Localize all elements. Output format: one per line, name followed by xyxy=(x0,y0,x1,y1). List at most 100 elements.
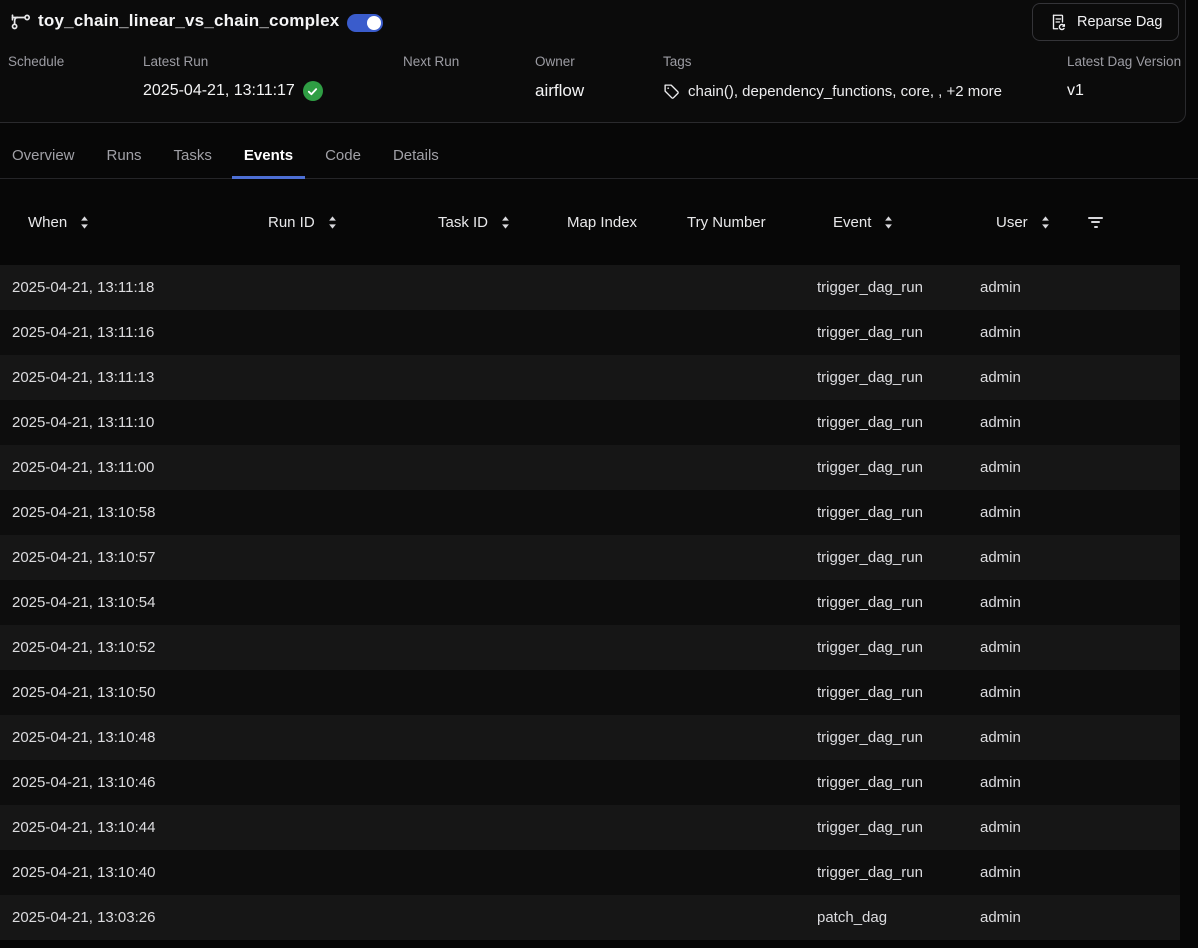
tab-events[interactable]: Events xyxy=(232,133,305,179)
cell-when: 2025-04-21, 13:10:54 xyxy=(0,594,240,611)
table-row: 2025-04-21, 13:10:40 trigger_dag_run adm… xyxy=(0,850,1180,895)
cell-when: 2025-04-21, 13:10:57 xyxy=(0,549,240,566)
cell-event: trigger_dag_run xyxy=(805,279,968,296)
owner-value: airflow xyxy=(535,80,584,102)
tab-runs[interactable]: Runs xyxy=(95,133,154,179)
events-table: WhenRun IDTask IDMap IndexTry NumberEven… xyxy=(0,179,1180,940)
column-header-try-number: Try Number xyxy=(675,214,805,231)
cell-user: admin xyxy=(968,639,1075,656)
info-next-run: Next Run xyxy=(403,54,459,102)
cell-when: 2025-04-21, 13:10:52 xyxy=(0,639,240,656)
latest-run-timestamp[interactable]: 2025-04-21, 13:11:17 xyxy=(143,82,295,100)
cell-event: trigger_dag_run xyxy=(805,594,968,611)
cell-event: trigger_dag_run xyxy=(805,459,968,476)
info-label: Owner xyxy=(535,54,584,69)
info-label: Latest Dag Version xyxy=(1067,54,1181,69)
info-owner: Owner airflow xyxy=(535,54,584,102)
cell-when: 2025-04-21, 13:10:50 xyxy=(0,684,240,701)
info-label: Latest Run xyxy=(143,54,323,69)
info-label: Tags xyxy=(663,54,1002,69)
dag-pause-toggle[interactable] xyxy=(347,14,383,32)
cell-event: trigger_dag_run xyxy=(805,504,968,521)
table-row: 2025-04-21, 13:11:16 trigger_dag_run adm… xyxy=(0,310,1180,355)
tab-tasks[interactable]: Tasks xyxy=(162,133,224,179)
cell-when: 2025-04-21, 13:11:13 xyxy=(0,369,240,386)
cell-when: 2025-04-21, 13:10:44 xyxy=(0,819,240,836)
tab-details[interactable]: Details xyxy=(381,133,451,179)
column-header-event[interactable]: Event xyxy=(805,214,968,231)
cell-event: patch_dag xyxy=(805,909,968,926)
dag-tab-bar: OverviewRunsTasksEventsCodeDetails xyxy=(0,133,1198,179)
info-schedule: Schedule xyxy=(8,54,64,102)
cell-user: admin xyxy=(968,414,1075,431)
tag-icon xyxy=(663,83,680,100)
table-row: 2025-04-21, 13:10:57 trigger_dag_run adm… xyxy=(0,535,1180,580)
column-label: Task ID xyxy=(438,214,488,231)
cell-user: admin xyxy=(968,864,1075,881)
toggle-knob xyxy=(367,16,381,30)
success-check-icon xyxy=(303,81,323,101)
cell-event: trigger_dag_run xyxy=(805,819,968,836)
table-row: 2025-04-21, 13:10:54 trigger_dag_run adm… xyxy=(0,580,1180,625)
table-body: 2025-04-21, 13:11:18 trigger_dag_run adm… xyxy=(0,265,1180,940)
dag-icon xyxy=(10,12,32,34)
sort-icon xyxy=(325,215,340,230)
column-label: Event xyxy=(833,214,871,231)
column-header-run-id[interactable]: Run ID xyxy=(240,214,410,231)
cell-user: admin xyxy=(968,594,1075,611)
cell-user: admin xyxy=(968,369,1075,386)
table-row: 2025-04-21, 13:10:58 trigger_dag_run adm… xyxy=(0,490,1180,535)
cell-when: 2025-04-21, 13:11:18 xyxy=(0,279,240,296)
cell-event: trigger_dag_run xyxy=(805,324,968,341)
column-label: User xyxy=(996,214,1028,231)
cell-event: trigger_dag_run xyxy=(805,414,968,431)
cell-event: trigger_dag_run xyxy=(805,774,968,791)
cell-event: trigger_dag_run xyxy=(805,369,968,386)
cell-event: trigger_dag_run xyxy=(805,684,968,701)
cell-when: 2025-04-21, 13:03:26 xyxy=(0,909,240,926)
table-row: 2025-04-21, 13:11:10 trigger_dag_run adm… xyxy=(0,400,1180,445)
cell-when: 2025-04-21, 13:10:48 xyxy=(0,729,240,746)
cell-user: admin xyxy=(968,819,1075,836)
cell-user: admin xyxy=(968,279,1075,296)
sort-icon xyxy=(881,215,896,230)
info-value xyxy=(403,80,459,102)
cell-user: admin xyxy=(968,729,1075,746)
cell-when: 2025-04-21, 13:10:58 xyxy=(0,504,240,521)
column-label: When xyxy=(28,214,67,231)
column-header-task-id[interactable]: Task ID xyxy=(410,214,555,231)
cell-user: admin xyxy=(968,684,1075,701)
dag-details-page: toy_chain_linear_vs_chain_complex Repars… xyxy=(0,0,1198,948)
reparse-dag-button[interactable]: Reparse Dag xyxy=(1032,3,1179,41)
table-row: 2025-04-21, 13:10:50 trigger_dag_run adm… xyxy=(0,670,1180,715)
cell-event: trigger_dag_run xyxy=(805,549,968,566)
reparse-dag-label: Reparse Dag xyxy=(1077,14,1162,30)
cell-user: admin xyxy=(968,324,1075,341)
tags-value[interactable]: chain(), dependency_functions, core, , +… xyxy=(688,83,1002,100)
column-header-when[interactable]: When xyxy=(0,214,240,231)
column-header-user[interactable]: User xyxy=(968,214,1075,231)
cell-user: admin xyxy=(968,909,1075,926)
reparse-dag-icon xyxy=(1049,13,1067,31)
info-latest-run: Latest Run 2025-04-21, 13:11:17 xyxy=(143,54,323,102)
filter-columns-button[interactable] xyxy=(1075,217,1180,228)
table-row: 2025-04-21, 13:11:13 trigger_dag_run adm… xyxy=(0,355,1180,400)
table-row: 2025-04-21, 13:11:00 trigger_dag_run adm… xyxy=(0,445,1180,490)
info-tags: Tags chain(), dependency_functions, core… xyxy=(663,54,1002,102)
info-label: Schedule xyxy=(8,54,64,69)
cell-user: admin xyxy=(968,504,1075,521)
column-label: Try Number xyxy=(687,214,766,231)
cell-when: 2025-04-21, 13:10:40 xyxy=(0,864,240,881)
sort-icon xyxy=(498,215,513,230)
info-latest-dag-version: Latest Dag Version v1 xyxy=(1067,54,1181,102)
table-row: 2025-04-21, 13:10:48 trigger_dag_run adm… xyxy=(0,715,1180,760)
column-label: Run ID xyxy=(268,214,315,231)
cell-event: trigger_dag_run xyxy=(805,639,968,656)
table-row: 2025-04-21, 13:10:52 trigger_dag_run adm… xyxy=(0,625,1180,670)
filter-icon xyxy=(1088,217,1103,228)
cell-when: 2025-04-21, 13:10:46 xyxy=(0,774,240,791)
tab-overview[interactable]: Overview xyxy=(0,133,87,179)
sort-icon xyxy=(1038,215,1053,230)
tab-code[interactable]: Code xyxy=(313,133,373,179)
cell-user: admin xyxy=(968,549,1075,566)
